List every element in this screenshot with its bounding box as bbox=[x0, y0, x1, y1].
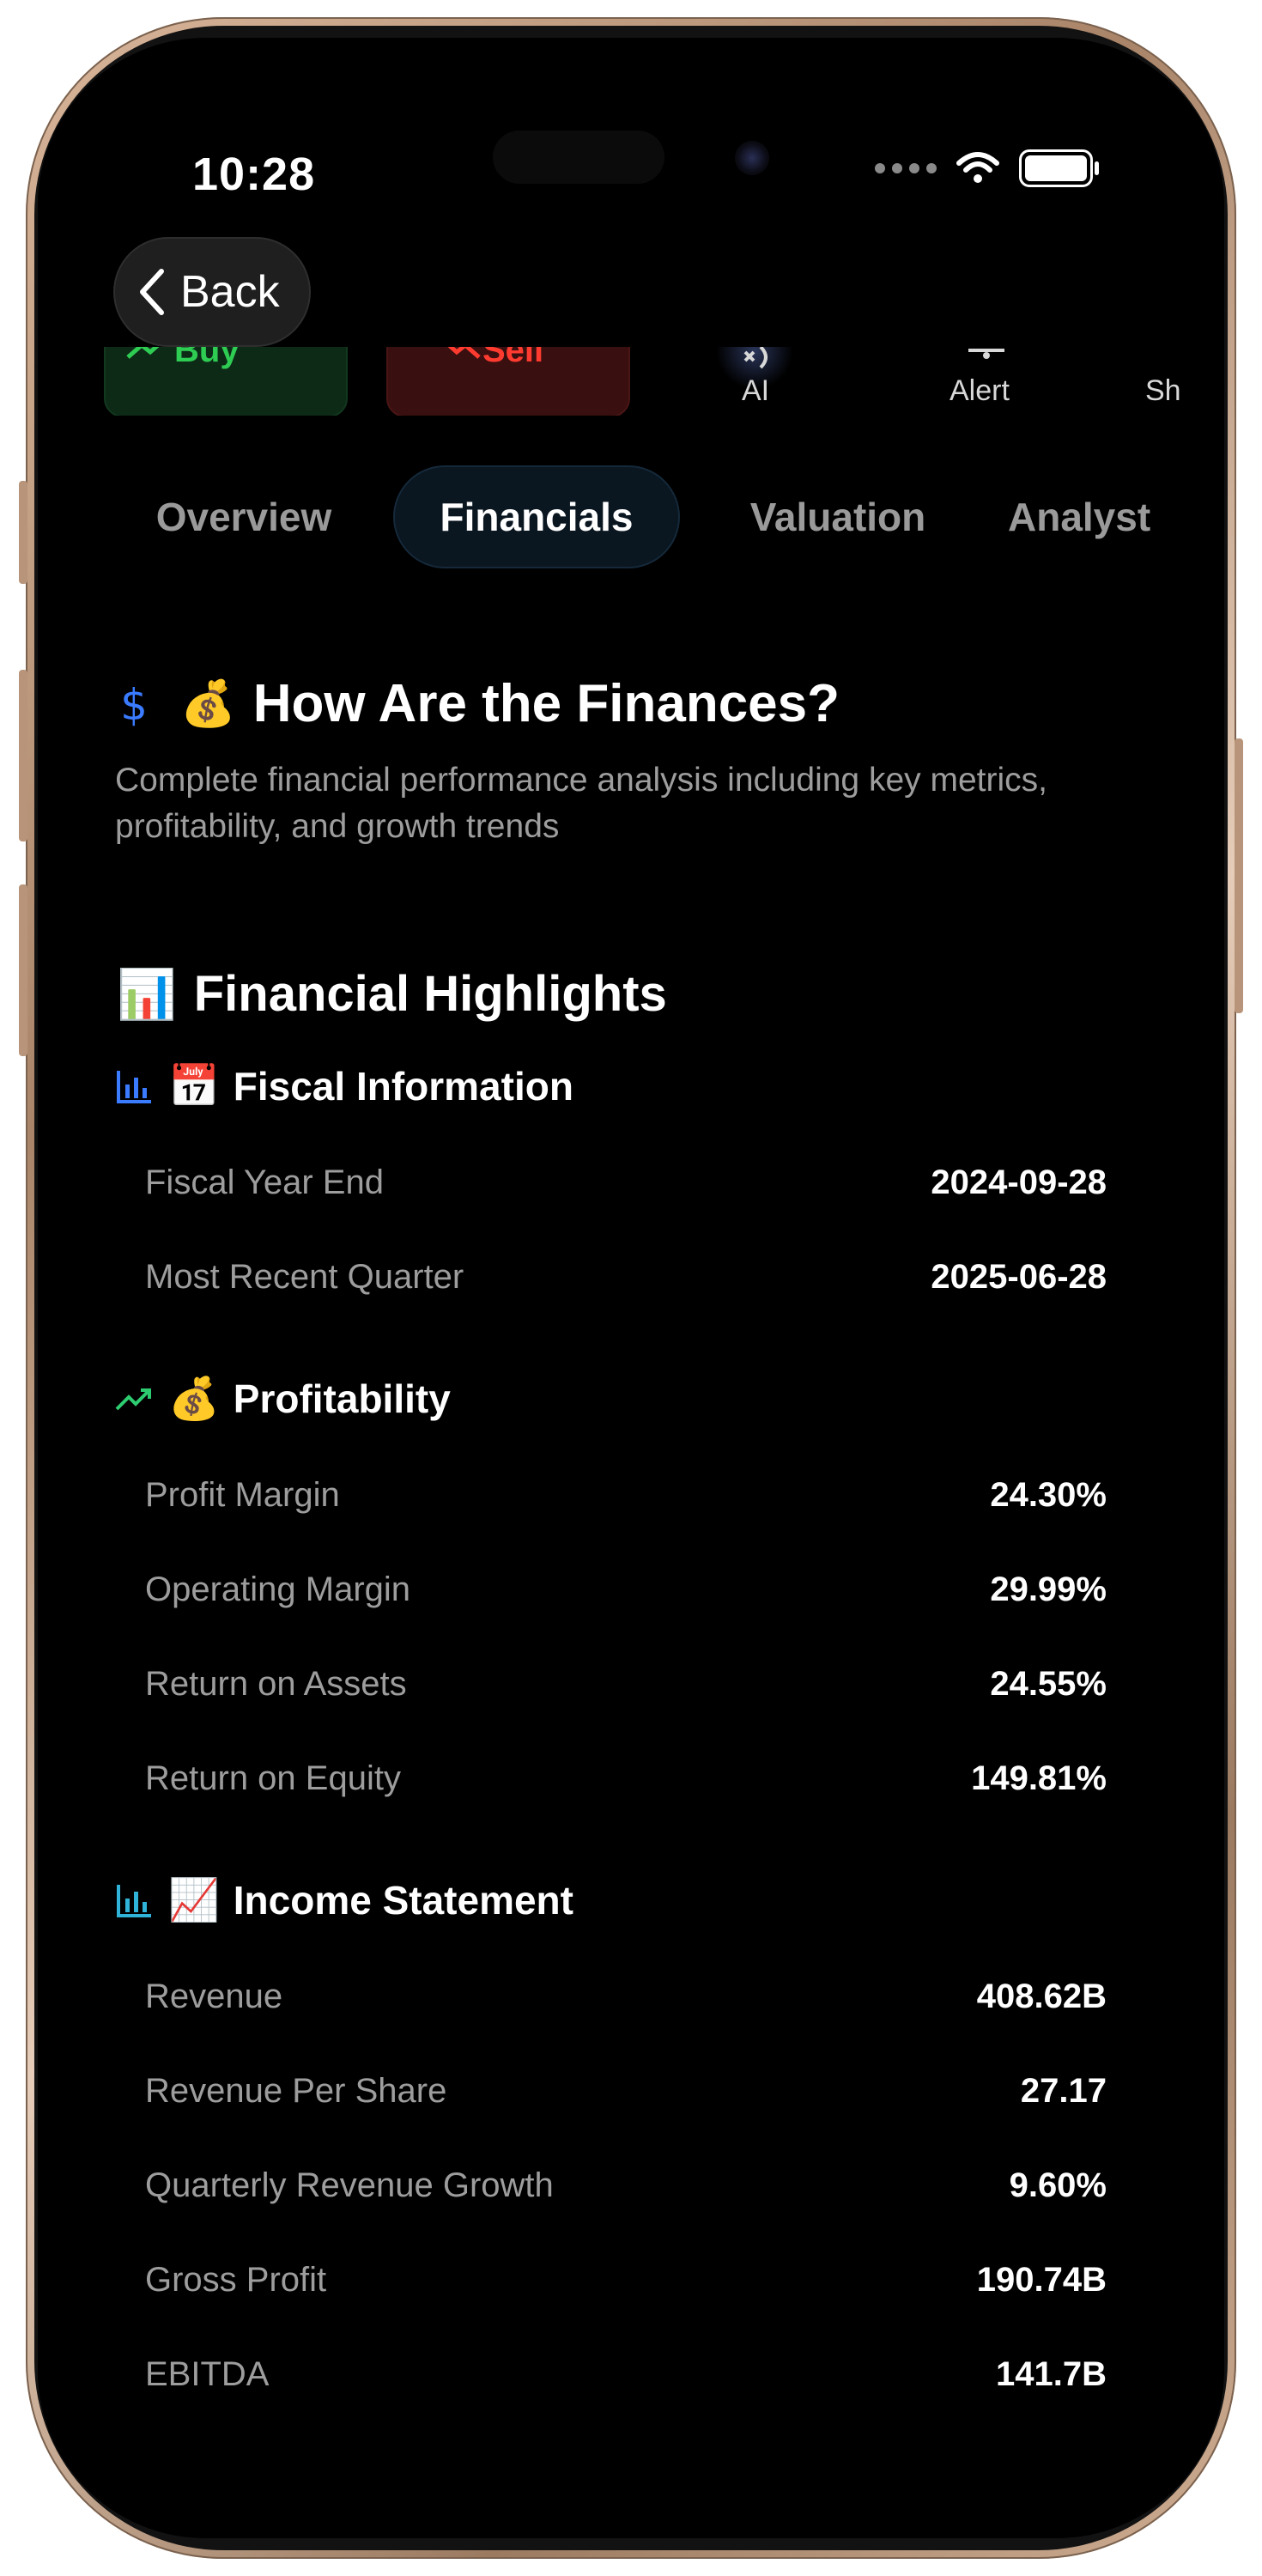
tab-bar: Overview Financials Valuation Analyst bbox=[38, 465, 1224, 568]
money-bag-emoji: 💰 bbox=[168, 1376, 220, 1422]
metric-row: Return on Assets 24.55% bbox=[145, 1654, 1107, 1714]
metric-value: 190.74B bbox=[976, 2260, 1107, 2299]
trending-up-icon bbox=[115, 1388, 151, 1410]
front-camera bbox=[735, 141, 769, 175]
metric-label: Return on Assets bbox=[145, 1664, 407, 1703]
status-icons bbox=[875, 149, 1099, 187]
metric-row: Gross Profit 190.74B bbox=[145, 2250, 1107, 2310]
section-title-text: Financial Highlights bbox=[193, 966, 667, 1022]
group-header-income: 📈 Income Statement bbox=[115, 1875, 573, 1924]
chart-increasing-emoji: 📈 bbox=[168, 1878, 220, 1923]
metric-label: EBITDA bbox=[145, 2354, 270, 2393]
metric-label: Profit Margin bbox=[145, 1475, 340, 1514]
alert-button[interactable]: Alert bbox=[922, 347, 1059, 416]
page-title-text: How Are the Finances? bbox=[252, 674, 840, 733]
metric-value: 2025-06-28 bbox=[931, 1257, 1107, 1296]
tab-overview[interactable]: Overview bbox=[141, 465, 347, 568]
action-button bbox=[19, 481, 27, 584]
page-description: Complete financial performance analysis … bbox=[115, 762, 1047, 845]
wifi-icon bbox=[956, 152, 999, 183]
group-header-fiscal: 📅 Fiscal Information bbox=[115, 1061, 573, 1110]
dollar-icon: $ bbox=[120, 680, 148, 730]
tab-analyst[interactable]: Analyst bbox=[1008, 465, 1214, 568]
metric-value: 29.99% bbox=[990, 1570, 1107, 1608]
metric-row: Most Recent Quarter 2025-06-28 bbox=[145, 1247, 1107, 1307]
metric-value: 2024-09-28 bbox=[931, 1163, 1107, 1201]
money-bag-emoji: 💰 bbox=[180, 679, 236, 729]
signal-icon bbox=[875, 163, 937, 173]
metric-label: Revenue bbox=[145, 1977, 283, 2015]
ai-label: AI bbox=[742, 374, 770, 407]
metric-label: Most Recent Quarter bbox=[145, 1257, 464, 1296]
buy-button[interactable]: Buy bbox=[104, 347, 348, 416]
metric-row: Revenue Per Share 27.17 bbox=[145, 2061, 1107, 2121]
action-row: Buy Sell AI Alert Sh bbox=[38, 347, 1224, 416]
metric-row: EBITDA 141.7B bbox=[145, 2344, 1107, 2404]
battery-icon bbox=[1019, 149, 1099, 187]
chevron-left-icon bbox=[140, 269, 164, 315]
metric-row: Return on Equity 149.81% bbox=[145, 1748, 1107, 1808]
metric-label: Fiscal Year End bbox=[145, 1163, 384, 1201]
metric-label: Revenue Per Share bbox=[145, 2071, 447, 2110]
metric-row: Quarterly Revenue Growth 9.60% bbox=[145, 2155, 1107, 2215]
section-title: 📊 Financial Highlights bbox=[117, 965, 667, 1023]
metric-label: Gross Profit bbox=[145, 2260, 327, 2299]
metric-value: 24.55% bbox=[990, 1664, 1107, 1703]
svg-text:$: $ bbox=[120, 680, 148, 730]
metric-label: Return on Equity bbox=[145, 1759, 401, 1797]
share-button[interactable]: Sh bbox=[1145, 347, 1224, 416]
sell-button[interactable]: Sell bbox=[386, 347, 630, 416]
volume-down-button bbox=[19, 884, 27, 1056]
metric-row: Revenue 408.62B bbox=[145, 1966, 1107, 2026]
metric-row: Profit Margin 24.30% bbox=[145, 1465, 1107, 1525]
metric-label: Quarterly Revenue Growth bbox=[145, 2166, 554, 2204]
metric-value: 27.17 bbox=[1020, 2071, 1107, 2110]
metric-label: Operating Margin bbox=[145, 1570, 411, 1608]
group-title: Profitability bbox=[233, 1376, 451, 1421]
metric-value: 9.60% bbox=[1009, 2166, 1107, 2204]
status-time: 10:28 bbox=[192, 149, 316, 200]
bar-chart-icon bbox=[117, 1884, 151, 1917]
ai-button[interactable]: AI bbox=[725, 347, 793, 416]
buy-label: Buy bbox=[174, 347, 240, 369]
share-label: Sh bbox=[1145, 374, 1181, 407]
trending-up-icon bbox=[126, 347, 160, 359]
metric-value: 24.30% bbox=[990, 1475, 1107, 1514]
bar-chart-emoji: 📊 bbox=[117, 966, 177, 1021]
dynamic-island bbox=[493, 131, 664, 184]
alert-label: Alert bbox=[950, 374, 1010, 407]
metric-value: 408.62B bbox=[976, 1977, 1107, 2015]
page-title: $ 💰 How Are the Finances? bbox=[117, 673, 840, 734]
metric-value: 149.81% bbox=[971, 1759, 1107, 1797]
back-button[interactable]: Back bbox=[113, 237, 311, 347]
sell-label: Sell bbox=[482, 347, 544, 369]
volume-up-button bbox=[19, 670, 27, 841]
group-title: Income Statement bbox=[233, 1877, 573, 1923]
side-button bbox=[1235, 738, 1243, 1013]
bar-chart-icon bbox=[117, 1070, 151, 1103]
group-header-profitability: 💰 Profitability bbox=[115, 1374, 451, 1423]
app-screen: 10:28 Buy Sell AI Alert Sh Back Overview… bbox=[38, 38, 1224, 2538]
metric-value: 141.7B bbox=[996, 2354, 1107, 2393]
group-title: Fiscal Information bbox=[233, 1063, 573, 1109]
metric-row: Fiscal Year End 2024-09-28 bbox=[145, 1152, 1107, 1212]
calendar-emoji: 📅 bbox=[168, 1064, 220, 1109]
back-label: Back bbox=[180, 267, 280, 317]
metric-row: Operating Margin 29.99% bbox=[145, 1559, 1107, 1619]
tab-valuation[interactable]: Valuation bbox=[735, 465, 941, 568]
trending-down-icon bbox=[447, 347, 481, 359]
sparkle-icon bbox=[743, 347, 768, 369]
tab-financials[interactable]: Financials bbox=[393, 465, 680, 568]
bell-icon bbox=[968, 349, 1004, 359]
